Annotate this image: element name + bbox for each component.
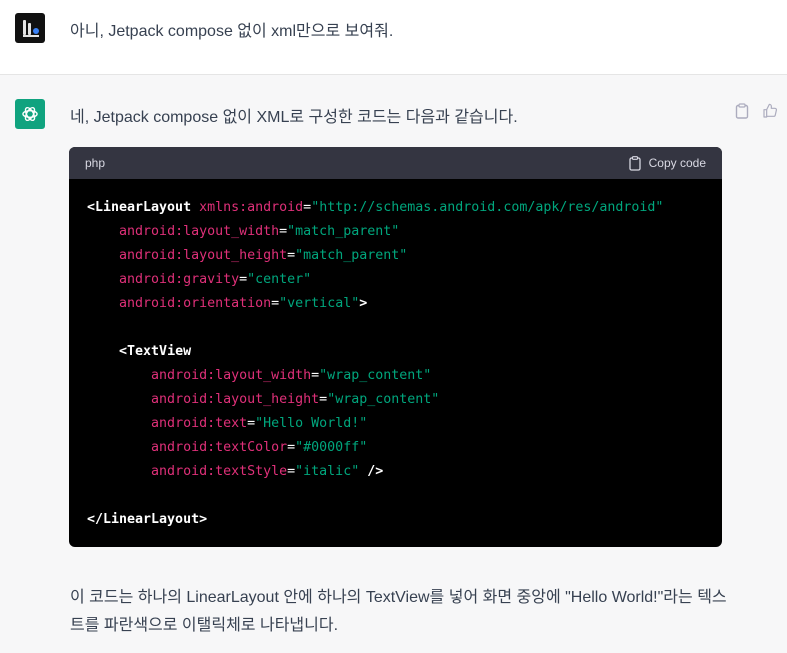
code-token: = <box>271 296 280 311</box>
code-token: = <box>303 200 312 215</box>
code-token: android:textStyle <box>151 464 288 479</box>
code-token: "#0000ff" <box>295 440 368 455</box>
assistant-message-row: 네, Jetpack compose 없이 XML로 구성한 코드는 다음과 같… <box>0 75 787 653</box>
code-line: android:gravity="center" <box>87 268 706 292</box>
code-token: android:layout_height <box>151 392 320 407</box>
user-message-row: 아니, Jetpack compose 없이 xml만으로 보여줘. <box>0 0 787 75</box>
assistant-outro-text: 이 코드는 하나의 LinearLayout 안에 하나의 TextView를 … <box>70 589 727 634</box>
code-token: = <box>279 224 288 239</box>
code-line: android:text="Hello World!" <box>87 412 706 436</box>
code-token: "center" <box>247 272 312 287</box>
user-avatar-icon <box>15 13 45 43</box>
code-line: </LinearLayout> <box>87 508 706 532</box>
code-line: android:layout_height="match_parent" <box>87 244 706 268</box>
code-token: "italic" <box>295 464 360 479</box>
code-token: "http://schemas.android.com/apk/res/andr… <box>311 200 664 215</box>
code-token: = <box>239 272 248 287</box>
code-token: = <box>287 440 296 455</box>
code-token: </LinearLayout> <box>87 512 208 527</box>
code-token: = <box>287 464 296 479</box>
code-line: <LinearLayout xmlns:android="http://sche… <box>87 196 706 220</box>
code-token: > <box>359 296 368 311</box>
code-token: "Hello World!" <box>255 416 368 431</box>
code-line: android:layout_width="match_parent" <box>87 220 706 244</box>
assistant-intro-text: 네, Jetpack compose 없이 XML로 구성한 코드는 다음과 같… <box>70 109 518 126</box>
clipboard-icon[interactable] <box>733 102 751 120</box>
message-actions <box>733 102 779 120</box>
code-block: php Copy code <LinearLayout xmlns:androi… <box>69 147 722 547</box>
code-content[interactable]: <LinearLayout xmlns:android="http://sche… <box>69 179 722 532</box>
code-line: android:textColor="#0000ff" <box>87 436 706 460</box>
code-token: android:gravity <box>119 272 240 287</box>
code-token: = <box>319 392 328 407</box>
code-token: = <box>247 416 256 431</box>
code-token: android:text <box>151 416 248 431</box>
code-language-label: php <box>85 156 106 170</box>
code-token: android:layout_height <box>119 248 288 263</box>
code-token: android:layout_width <box>151 368 312 383</box>
code-token: android:layout_width <box>119 224 280 239</box>
code-line: <TextView <box>87 340 706 364</box>
code-line: android:layout_width="wrap_content" <box>87 364 706 388</box>
code-token: "wrap_content" <box>327 392 440 407</box>
code-token: xmlns:android <box>199 200 304 215</box>
code-token: "wrap_content" <box>319 368 432 383</box>
code-token: "match_parent" <box>295 248 408 263</box>
thumbs-up-icon[interactable] <box>761 102 779 120</box>
code-token: android:textColor <box>151 440 288 455</box>
code-line: android:orientation="vertical"> <box>87 292 706 316</box>
openai-logo-icon <box>15 99 45 129</box>
code-line: android:textStyle="italic" /> <box>87 460 706 484</box>
code-token: "match_parent" <box>287 224 400 239</box>
copy-code-label: Copy code <box>648 156 706 170</box>
clipboard-icon <box>628 155 641 171</box>
code-token: = <box>311 368 320 383</box>
code-token: <LinearLayout <box>87 200 192 215</box>
code-token: "vertical" <box>279 296 360 311</box>
code-token: /> <box>367 464 384 479</box>
code-token: = <box>287 248 296 263</box>
code-token: <TextView <box>119 344 192 359</box>
code-header: php Copy code <box>69 147 722 179</box>
user-message-text: 아니, Jetpack compose 없이 xml만으로 보여줘. <box>70 23 394 40</box>
code-line: android:layout_height="wrap_content" <box>87 388 706 412</box>
copy-code-button[interactable]: Copy code <box>628 155 706 171</box>
code-token: android:orientation <box>119 296 272 311</box>
